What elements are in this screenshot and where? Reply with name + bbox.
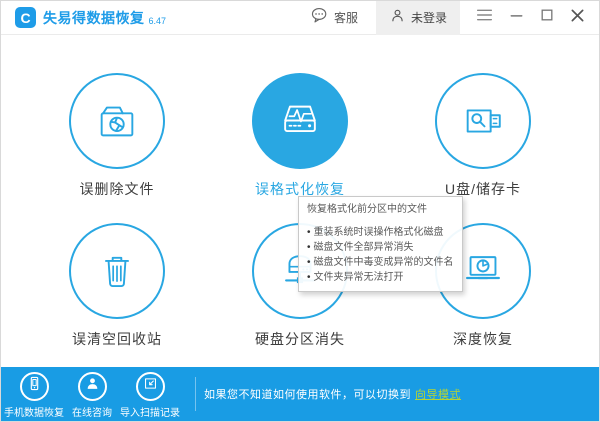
maximize-button[interactable]: [540, 8, 554, 27]
tooltip-item: 磁盘文件中毒变成异常的文件名: [307, 255, 454, 270]
support-label: 客服: [333, 11, 358, 25]
titlebar-left: C 失易得数据恢复 6.47: [1, 7, 166, 28]
import-scan-record-button[interactable]: 导入扫描记录: [120, 371, 180, 419]
import-record-icon: [142, 375, 159, 397]
close-icon: [570, 8, 585, 28]
footer-hint-text: 如果您不知道如何使用软件，可以切换到: [204, 389, 411, 401]
footer-bar: 手机数据恢复 在线咨询 导入扫描记录 如果您不知道如何使用软件，可以切换到 向导…: [1, 367, 599, 421]
online-consult-button[interactable]: 在线咨询: [63, 371, 121, 419]
feature-usb-storage-card[interactable]: U盘/储存卡: [392, 73, 575, 199]
feature-tooltip: 恢复格式化前分区中的文件 重装系统时误操作格式化磁盘 磁盘文件全部异常消失 磁盘…: [298, 196, 463, 292]
tooltip-item: 磁盘文件全部异常消失: [307, 240, 454, 255]
feature-deleted-files[interactable]: 误删除文件: [26, 73, 209, 199]
feature-circle: [69, 73, 165, 169]
app-title: 失易得数据恢复: [43, 9, 145, 26]
footer-divider: [195, 377, 196, 411]
user-icon: [389, 7, 406, 29]
feature-empty-recycle-bin[interactable]: 误清空回收站: [26, 223, 209, 349]
foot-button-label: 手机数据恢复: [4, 407, 64, 419]
foot-circle: [19, 371, 49, 401]
footer-hint: 如果您不知道如何使用软件，可以切换到 向导模式: [204, 386, 461, 402]
tooltip-title: 恢复格式化前分区中的文件: [307, 204, 427, 215]
menu-button[interactable]: [476, 8, 493, 27]
feature-row-1: 误删除文件 误格式化恢复 U盘/储存卡: [1, 35, 599, 199]
app-window: C 失易得数据恢复 6.47 客服 未登录 误删除文件 误格式化恢复 U盘/储存…: [0, 0, 600, 422]
tooltip-item: 文件夹异常无法打开: [307, 270, 454, 285]
titlebar-right: 客服 未登录: [310, 1, 599, 35]
laptop-clock-icon: [460, 248, 506, 294]
minimize-icon: [509, 8, 524, 27]
formatted-drive-pulse-icon: [277, 98, 323, 144]
person-icon: [84, 375, 101, 397]
app-logo-icon: C: [15, 7, 36, 28]
chat-bubble-icon: [310, 7, 329, 29]
foot-circle: [135, 371, 165, 401]
feature-circle: [69, 223, 165, 319]
close-button[interactable]: [570, 8, 585, 28]
app-version: 6.47: [148, 15, 167, 26]
feature-circle: [435, 73, 531, 169]
foot-button-label: 导入扫描记录: [120, 407, 180, 419]
login-label: 未登录: [410, 11, 447, 25]
usb-search-icon: [460, 98, 506, 144]
feature-circle: [252, 73, 348, 169]
titlebar: C 失易得数据恢复 6.47 客服 未登录: [1, 1, 599, 35]
main-area: 误删除文件 误格式化恢复 U盘/储存卡 误清空回收站 硬盘分区消失 深度恢复 恢…: [1, 35, 599, 367]
foot-circle: [77, 371, 107, 401]
phone-data-recovery-button[interactable]: 手机数据恢复: [4, 371, 64, 419]
feature-label: 误清空回收站: [72, 331, 162, 347]
feature-label: 硬盘分区消失: [255, 331, 345, 347]
folder-broken-file-icon: [94, 98, 140, 144]
phone-icon: [26, 375, 43, 397]
maximize-icon: [540, 8, 554, 27]
feature-label: 深度恢复: [453, 331, 513, 347]
foot-button-label: 在线咨询: [72, 407, 112, 419]
wizard-mode-link[interactable]: 向导模式: [415, 389, 461, 401]
trash-icon: [94, 248, 140, 294]
login-button[interactable]: 未登录: [375, 1, 460, 35]
tooltip-item: 重装系统时误操作格式化磁盘: [307, 225, 454, 240]
support-button[interactable]: 客服: [310, 7, 358, 29]
minimize-button[interactable]: [509, 8, 524, 27]
feature-formatted-recovery[interactable]: 误格式化恢复: [209, 73, 392, 199]
feature-label: 误删除文件: [79, 181, 155, 197]
tooltip-list: 重装系统时误操作格式化磁盘 磁盘文件全部异常消失 磁盘文件中毒变成异常的文件名 …: [307, 225, 454, 285]
hamburger-icon: [476, 8, 493, 27]
